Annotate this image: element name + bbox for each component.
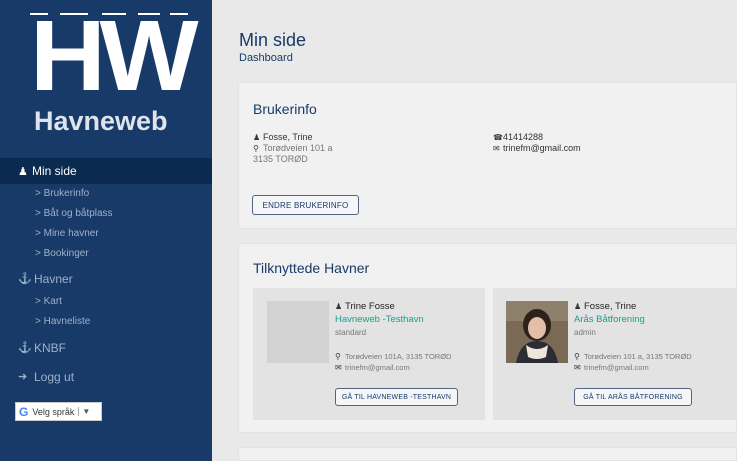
harbor-address: ⚲ Torødveien 101 a, 3135 TORØD ✉ trinefm@g… <box>574 352 692 372</box>
nav-label: Min side <box>32 164 77 178</box>
user-phone: ☎41414288 <box>493 132 544 142</box>
goto-testhavn-button[interactable]: GÅ TIL HAVNEWEB -TESTHAVN <box>335 388 458 406</box>
location-pin-icon: ⚲ <box>574 352 580 361</box>
userinfo-title: Brukerinfo <box>253 101 317 117</box>
harbor-link[interactable]: Havneweb -Testhavn <box>335 314 424 325</box>
page-subtitle: Dashboard <box>239 52 293 64</box>
google-icon: G <box>19 404 29 419</box>
harbor-card-testhavn[interactable]: ♟ Trine Fosse Havneweb -Testhavn standard… <box>253 288 485 420</box>
harbor-role: admin <box>574 328 596 337</box>
logout-icon: ➜ <box>18 371 28 383</box>
harbor-icon: ⚓ <box>18 273 32 285</box>
nav-sub-brukerinfo[interactable]: > Brukerinfo <box>35 187 89 201</box>
user-name: ♟ Fosse, Trine <box>253 132 313 142</box>
language-select[interactable]: G Velg språk ▼ <box>15 402 102 421</box>
harbor-image-placeholder <box>267 301 329 363</box>
phone-icon: ☎ <box>493 133 503 142</box>
harbor-role: standard <box>335 328 367 337</box>
mail-icon: ✉ <box>335 363 342 372</box>
harbor-card-aras[interactable]: ♟ Fosse, Trine Arås Båtforening admin ⚲ To… <box>493 288 737 420</box>
user-icon: ♟ <box>574 302 582 311</box>
page-title: Min side <box>239 30 307 50</box>
logo-name[interactable]: Havneweb <box>34 104 194 138</box>
user-email: ✉ trinefm@gmail.com <box>493 143 581 153</box>
user-icon: ♟ <box>335 302 343 311</box>
logo-mark[interactable]: HW <box>30 6 199 106</box>
location-pin-icon: ⚲ <box>253 144 259 153</box>
harbors-card: Tilknyttede Havner ♟ Trine Fosse Havneweb… <box>238 243 737 433</box>
nav-sub-havneliste[interactable]: > Havneliste <box>35 315 90 329</box>
chevron-right-icon: > <box>35 316 44 327</box>
location-pin-icon: ⚲ <box>335 352 341 361</box>
harbor-person: ♟ Trine Fosse <box>335 301 395 312</box>
edit-userinfo-button[interactable]: ENDRE BRUKERINFO <box>252 195 359 215</box>
nav-item-logg-ut[interactable]: ➜ Logg ut <box>18 369 74 385</box>
nav-item-min-side[interactable]: ♟ Min side <box>0 158 218 184</box>
main-content: Min side Dashboard Brukerinfo ♟ Fosse, Tr… <box>212 0 737 461</box>
user-address: ⚲ Torødveien 101 a 3135 TORØD <box>253 143 333 164</box>
chevron-down-icon: ▼ <box>78 407 90 416</box>
mail-icon: ✉ <box>574 363 581 372</box>
harbor-person: ♟ Fosse, Trine <box>574 301 637 312</box>
chevron-right-icon: > <box>35 296 44 307</box>
nav-sub-bookinger[interactable]: > Bookinger <box>35 247 89 261</box>
nav-sub-bat-og-batplass[interactable]: > Båt og båtplass <box>35 207 113 221</box>
harbor-address: ⚲ Torødveien 101A, 3135 TORØD ✉ trinefm@gm… <box>335 352 452 372</box>
anchor-icon: ⚓ <box>18 342 32 354</box>
harbors-title: Tilknyttede Havner <box>253 260 370 276</box>
chevron-right-icon: > <box>35 228 44 239</box>
avatar <box>506 301 568 363</box>
nav-sub-mine-havner[interactable]: > Mine havner <box>35 227 99 241</box>
mail-icon: ✉ <box>493 144 500 153</box>
goto-aras-button[interactable]: GÅ TIL ARÅS BÅTFORENING <box>574 388 692 406</box>
nav-item-havner[interactable]: ⚓ Havner <box>18 271 73 287</box>
nav-sub-kart[interactable]: > Kart <box>35 295 62 309</box>
user-icon: ♟ <box>253 133 261 142</box>
userinfo-card: Brukerinfo ♟ Fosse, Trine ⚲ Torødveien 101… <box>238 82 737 229</box>
sidebar: HW Havneweb ♟ Min side > Brukerinfo > Bå… <box>0 0 218 461</box>
user-icon: ♟ <box>18 165 28 178</box>
chevron-right-icon: > <box>35 188 44 199</box>
next-card <box>238 447 737 461</box>
nav-item-knbf[interactable]: ⚓ KNBF <box>18 340 66 356</box>
chevron-right-icon: > <box>35 248 44 259</box>
chevron-right-icon: > <box>35 208 44 219</box>
harbor-link[interactable]: Arås Båtforening <box>574 314 645 325</box>
